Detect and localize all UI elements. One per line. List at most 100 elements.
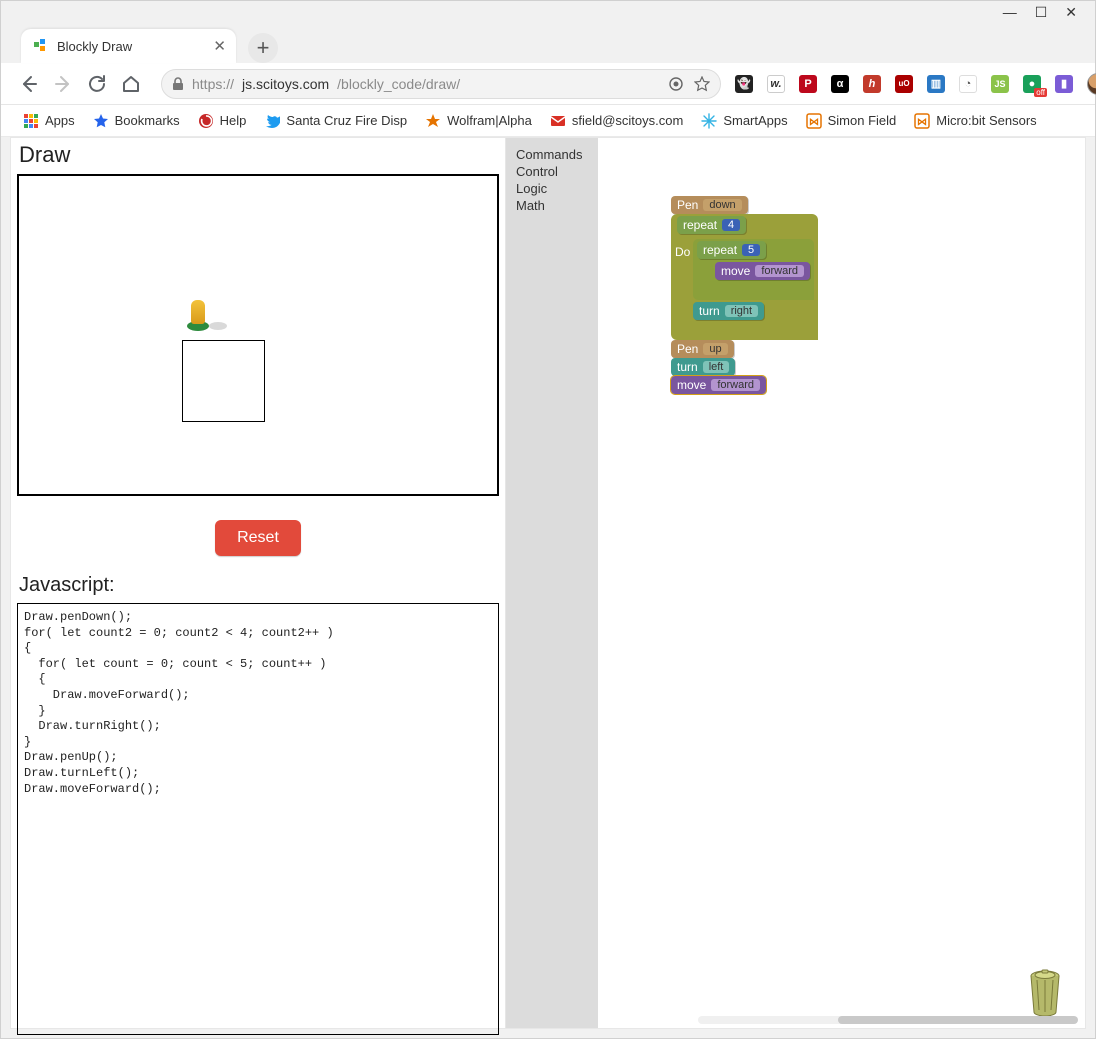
draw-canvas[interactable] bbox=[17, 174, 499, 496]
bookmark-simon[interactable]: ⋈ Simon Field bbox=[806, 113, 897, 129]
bookmark-label: Bookmarks bbox=[115, 113, 180, 128]
toolbox-category-math[interactable]: Math bbox=[514, 197, 590, 214]
block-do-label: Do bbox=[675, 245, 690, 259]
block-label: move bbox=[721, 264, 750, 278]
block-repeat-inner[interactable]: repeat 5 bbox=[697, 241, 766, 259]
bookmark-sfield[interactable]: sfield@scitoys.com bbox=[550, 113, 683, 129]
block-label: Pen bbox=[677, 198, 698, 212]
block-value-5[interactable]: 5 bbox=[742, 244, 760, 256]
bookmark-label: sfield@scitoys.com bbox=[572, 113, 683, 128]
toolbox-category-control[interactable]: Control bbox=[514, 163, 590, 180]
brackets-icon: ⋈ bbox=[914, 113, 930, 129]
reset-button[interactable]: Reset bbox=[215, 520, 301, 556]
ext-weather-icon[interactable]: ▥ bbox=[927, 75, 945, 93]
bookmark-label: Wolfram|Alpha bbox=[447, 113, 532, 128]
bookmark-label: Help bbox=[220, 113, 247, 128]
block-repeat-outer[interactable]: repeat 4 bbox=[677, 216, 746, 234]
bookmark-wolfram[interactable]: Wolfram|Alpha bbox=[425, 113, 532, 129]
block-value-4[interactable]: 4 bbox=[722, 219, 740, 231]
block-pen-up[interactable]: Penup bbox=[671, 340, 734, 358]
block-field-down[interactable]: down bbox=[703, 199, 741, 211]
snowflake-icon bbox=[701, 113, 717, 129]
back-button[interactable] bbox=[19, 74, 39, 94]
bookmark-apps[interactable]: Apps bbox=[23, 113, 75, 129]
bookmark-label: Santa Cruz Fire Disp bbox=[286, 113, 407, 128]
tab-title: Blockly Draw bbox=[57, 39, 205, 54]
burst-icon bbox=[425, 113, 441, 129]
ext-ghostery-icon[interactable]: 👻 bbox=[735, 75, 753, 93]
ext-js-icon[interactable]: JS bbox=[991, 75, 1009, 93]
bookmark-bookmarks[interactable]: Bookmarks bbox=[93, 113, 180, 129]
bookmark-label: Micro:bit Sensors bbox=[936, 113, 1036, 128]
svg-text:⋈: ⋈ bbox=[917, 117, 927, 128]
ext-speed-icon[interactable]: ◔ bbox=[959, 75, 977, 93]
toolbox-category-commands[interactable]: Commands bbox=[514, 146, 590, 163]
block-label: turn bbox=[699, 304, 720, 318]
block-pen-down[interactable]: Pendown bbox=[671, 196, 748, 214]
toolbox-category-logic[interactable]: Logic bbox=[514, 180, 590, 197]
home-button[interactable] bbox=[121, 74, 141, 94]
block-label: Pen bbox=[677, 342, 698, 356]
url-host: js.scitoys.com bbox=[242, 76, 329, 92]
apps-grid-icon bbox=[23, 113, 39, 129]
block-label: turn bbox=[677, 360, 698, 374]
block-turn-right[interactable]: turn right bbox=[693, 302, 764, 320]
url-scheme: https:// bbox=[192, 76, 234, 92]
forward-button[interactable] bbox=[53, 74, 73, 94]
tab-close-button[interactable]: ✕ bbox=[213, 37, 226, 55]
bookmark-star-icon[interactable] bbox=[694, 76, 710, 92]
tab-favicon-icon bbox=[33, 38, 49, 54]
block-label: move bbox=[677, 378, 706, 392]
block-field-up[interactable]: up bbox=[703, 343, 727, 355]
star-icon bbox=[93, 113, 109, 129]
brackets-icon: ⋈ bbox=[806, 113, 822, 129]
url-path: /blockly_code/draw/ bbox=[337, 76, 460, 92]
ext-bar-icon[interactable]: ▮ bbox=[1055, 75, 1073, 93]
ext-humble-icon[interactable]: h bbox=[863, 75, 881, 93]
block-field-left[interactable]: left bbox=[703, 361, 730, 373]
blockly-toolbox: Commands Control Logic Math bbox=[506, 138, 598, 1028]
block-label: repeat bbox=[683, 218, 717, 232]
window-minimize-button[interactable]: — bbox=[1003, 4, 1017, 20]
block-field-forward[interactable]: forward bbox=[755, 265, 804, 277]
window-restore-button[interactable]: ☐ bbox=[1035, 4, 1048, 21]
ext-ublock-icon[interactable]: uO bbox=[895, 75, 913, 93]
svg-text:⋈: ⋈ bbox=[809, 117, 819, 128]
bookmark-smartapps[interactable]: SmartApps bbox=[701, 113, 787, 129]
block-label: repeat bbox=[703, 243, 737, 257]
block-move-forward[interactable]: move forward bbox=[671, 376, 766, 394]
block-do-label: Do bbox=[653, 220, 668, 234]
drawn-square bbox=[182, 340, 265, 422]
bookmark-help[interactable]: Help bbox=[198, 113, 247, 129]
block-field-right[interactable]: right bbox=[725, 305, 758, 317]
profile-avatar-icon[interactable] bbox=[1087, 73, 1096, 95]
bookmark-santa-cruz[interactable]: Santa Cruz Fire Disp bbox=[264, 113, 407, 129]
workspace-h-scrollbar[interactable] bbox=[698, 1016, 1065, 1024]
new-tab-button[interactable]: + bbox=[248, 33, 278, 63]
block-field-forward[interactable]: forward bbox=[711, 379, 760, 391]
reload-button[interactable] bbox=[87, 74, 107, 94]
lock-icon bbox=[172, 77, 184, 91]
bookmark-microbit[interactable]: ⋈ Micro:bit Sensors bbox=[914, 113, 1036, 129]
address-bar[interactable]: https:// js.scitoys.com/blockly_code/draw… bbox=[161, 69, 721, 99]
bookmark-label: Simon Field bbox=[828, 113, 897, 128]
blockly-workspace[interactable]: Pendown repeat4 Do repeat5 Do moveforwar… bbox=[598, 138, 1085, 1028]
ext-pinterest-icon[interactable]: P bbox=[799, 75, 817, 93]
window-close-button[interactable]: ✕ bbox=[1065, 4, 1077, 21]
mail-icon bbox=[550, 113, 566, 129]
bookmark-label: SmartApps bbox=[723, 113, 787, 128]
ext-badge-off: off bbox=[1034, 88, 1047, 97]
swirl-icon bbox=[198, 113, 214, 129]
ext-w-icon[interactable]: w. bbox=[767, 75, 785, 93]
browser-tab[interactable]: Blockly Draw ✕ bbox=[21, 29, 236, 63]
code-output: Draw.penDown(); for( let count2 = 0; cou… bbox=[17, 603, 499, 1035]
block-turn-left[interactable]: turn left bbox=[671, 358, 735, 376]
ext-alpha-icon[interactable]: α bbox=[831, 75, 849, 93]
trash-can-icon[interactable] bbox=[1025, 966, 1065, 1016]
twitter-icon bbox=[264, 113, 280, 129]
bookmark-label: Apps bbox=[45, 113, 75, 128]
reader-mode-icon[interactable] bbox=[668, 76, 684, 92]
draw-heading: Draw bbox=[19, 142, 499, 168]
block-move-forward-inner[interactable]: move forward bbox=[715, 262, 810, 280]
javascript-heading: Javascript: bbox=[19, 574, 499, 597]
